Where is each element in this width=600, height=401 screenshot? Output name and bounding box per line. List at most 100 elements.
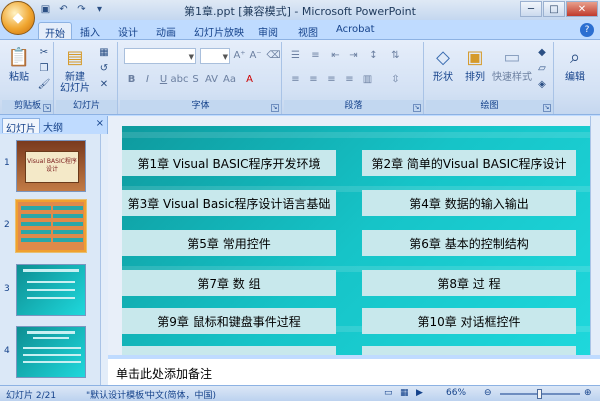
window-title: 第1章.ppt [兼容模式] - Microsoft PowerPoint — [184, 5, 416, 18]
shapes-icon: ◇ — [436, 46, 450, 68]
group-label-slides: 幻灯片 — [56, 100, 117, 113]
shape-outline-icon[interactable]: ▱ — [534, 61, 550, 75]
slide-number: 4 — [4, 346, 10, 356]
ribbon: 📋 粘贴 ✂ ❐ 🖌 剪贴板 ↘ ▤ 新建 幻灯片 ▦ ↺ ✕ 幻灯片 ▼ ▼ … — [0, 39, 600, 115]
slide-scrollbar[interactable] — [590, 116, 600, 355]
line-spacing-icon[interactable]: ↕ — [366, 48, 381, 63]
arrange-button[interactable]: ▣ 排列 — [460, 44, 490, 84]
new-slide-icon: ▤ — [66, 46, 84, 68]
office-button[interactable]: ◆ — [1, 1, 35, 35]
justify-icon[interactable]: ≡ — [342, 72, 357, 87]
cut-icon[interactable]: ✂ — [36, 45, 52, 59]
slide-thumbnail-2[interactable] — [16, 200, 86, 252]
columns-icon[interactable]: ▥ — [360, 72, 375, 87]
align-right-icon[interactable]: ≡ — [324, 72, 339, 87]
copy-icon[interactable]: ❐ — [36, 61, 52, 75]
tab-slides-pane[interactable]: 幻灯片 — [2, 118, 40, 135]
status-bar: 幻灯片 2/21 "默认设计模板" 中文(简体，中国) ▭ ▦ ▶ 66% ⊖ … — [0, 385, 600, 401]
format-painter-icon[interactable]: 🖌 — [36, 77, 52, 91]
chapter-box[interactable]: 第8章 过 程 — [362, 270, 576, 296]
group-paragraph: ☰ ≡ ⇤ ⇥ ↕ ⇅ ≡ ≡ ≡ ≡ ▥ ⇳ 段落 ↘ — [284, 42, 424, 114]
chapter-box[interactable]: 第5章 常用控件 — [122, 230, 336, 256]
clipboard-launcher-icon[interactable]: ↘ — [43, 104, 51, 112]
new-slide-button[interactable]: ▤ 新建 幻灯片 — [58, 44, 92, 95]
drawing-launcher-icon[interactable]: ↘ — [543, 104, 551, 112]
tab-slideshow[interactable]: 幻灯片放映 — [188, 22, 250, 40]
paragraph-launcher-icon[interactable]: ↘ — [413, 104, 421, 112]
tab-animations[interactable]: 动画 — [150, 22, 182, 40]
slide-thumbnail-3[interactable] — [16, 264, 86, 316]
increase-indent-icon[interactable]: ⇥ — [346, 48, 361, 63]
chapter-box[interactable]: 第2章 简单的Visual BASIC程序设计 — [362, 150, 576, 176]
chapter-box[interactable]: 第3章 Visual Basic程序设计语言基础 — [122, 190, 336, 216]
text-direction-icon[interactable]: ⇅ — [388, 48, 403, 63]
slide-thumbnail-1[interactable]: Visual BASIC程序设计 — [16, 140, 86, 192]
align-center-icon[interactable]: ≡ — [306, 72, 321, 87]
tab-view[interactable]: 视图 — [292, 22, 324, 40]
char-spacing-icon[interactable]: AV — [204, 72, 219, 87]
tab-acrobat[interactable]: Acrobat — [330, 22, 381, 40]
tab-outline-pane[interactable]: 大纲 — [40, 118, 66, 134]
slideshow-icon[interactable]: ▶ — [416, 388, 423, 398]
font-color-icon[interactable]: A — [242, 72, 257, 87]
tab-review[interactable]: 审阅 — [252, 22, 284, 40]
slide-sorter-icon[interactable]: ▦ — [400, 388, 409, 398]
chapter-box[interactable]: 第10章 对话框控件 — [362, 308, 576, 334]
shape-fill-icon[interactable]: ◆ — [534, 45, 550, 59]
paste-button[interactable]: 📋 粘贴 — [4, 44, 34, 84]
layout-icon[interactable]: ▦ — [96, 45, 112, 59]
normal-view-icon[interactable]: ▭ — [384, 388, 393, 398]
chapter-box[interactable]: 第7章 数 组 — [122, 270, 336, 296]
notes-pane[interactable]: 单击此处添加备注 — [108, 356, 600, 385]
slide-canvas[interactable]: 第1章 Visual BASIC程序开发环境 第2章 简单的Visual BAS… — [122, 126, 592, 355]
chapter-box[interactable]: 第1章 Visual BASIC程序开发环境 — [122, 150, 336, 176]
align-left-icon[interactable]: ≡ — [288, 72, 303, 87]
notes-placeholder: 单击此处添加备注 — [116, 367, 213, 381]
quick-styles-icon: ▭ — [503, 46, 521, 68]
chapter-box[interactable]: 第4章 数据的输入输出 — [362, 190, 576, 216]
tab-home[interactable]: 开始 — [38, 22, 72, 40]
shadow-icon[interactable]: S — [188, 72, 203, 87]
quick-styles-button[interactable]: ▭ 快速样式 — [492, 44, 532, 84]
chapter-box[interactable]: 第9章 鼠标和键盘事件过程 — [122, 308, 336, 334]
language-indicator[interactable]: 中文(简体，中国) — [146, 388, 216, 401]
reset-icon[interactable]: ↺ — [96, 61, 112, 75]
strikethrough-icon[interactable]: abc — [171, 72, 189, 87]
underline-icon[interactable]: U — [156, 72, 171, 87]
zoom-in-icon[interactable]: ⊕ — [584, 388, 592, 398]
help-icon[interactable]: ? — [580, 23, 594, 37]
bullets-icon[interactable]: ☰ — [288, 48, 303, 63]
change-case-icon[interactable]: Aa — [222, 72, 237, 87]
zoom-out-icon[interactable]: ⊖ — [484, 388, 492, 398]
close-button[interactable]: ✕ — [566, 1, 598, 17]
slide-number: 1 — [4, 158, 10, 168]
font-size-field[interactable]: ▼ — [200, 48, 230, 64]
tab-insert[interactable]: 插入 — [74, 22, 106, 40]
editing-button[interactable]: ⌕ 编辑 — [560, 44, 590, 84]
bold-icon[interactable]: B — [124, 72, 139, 87]
group-label-font: 字体 — [120, 100, 281, 113]
clear-format-icon[interactable]: ⌫ — [266, 48, 281, 63]
align-text-icon[interactable]: ⇳ — [388, 72, 403, 87]
font-name-field[interactable]: ▼ — [124, 48, 196, 64]
italic-icon[interactable]: I — [140, 72, 155, 87]
delete-slide-icon[interactable]: ✕ — [96, 77, 112, 91]
slide-number: 2 — [4, 220, 10, 230]
minimize-button[interactable]: ─ — [520, 1, 542, 17]
slide-thumbnail-4[interactable] — [16, 326, 86, 378]
maximize-button[interactable]: □ — [543, 1, 565, 17]
group-font: ▼ ▼ A⁺ A⁻ ⌫ B I U abc S AV Aa A 字体 ↘ — [120, 42, 282, 114]
shapes-button[interactable]: ◇ 形状 — [428, 44, 458, 84]
zoom-slider-thumb[interactable] — [537, 389, 542, 399]
decrease-indent-icon[interactable]: ⇤ — [328, 48, 343, 63]
thumbnail-scrollbar[interactable] — [100, 134, 108, 385]
zoom-level[interactable]: 66% — [446, 388, 466, 398]
chapter-box[interactable]: 第6章 基本的控制结构 — [362, 230, 576, 256]
font-launcher-icon[interactable]: ↘ — [271, 104, 279, 112]
numbering-icon[interactable]: ≡ — [308, 48, 323, 63]
shrink-font-icon[interactable]: A⁻ — [248, 48, 263, 63]
grow-font-icon[interactable]: A⁺ — [232, 48, 247, 63]
pane-close-icon[interactable]: × — [96, 118, 104, 129]
shape-effects-icon[interactable]: ◈ — [534, 77, 550, 91]
tab-design[interactable]: 设计 — [112, 22, 144, 40]
